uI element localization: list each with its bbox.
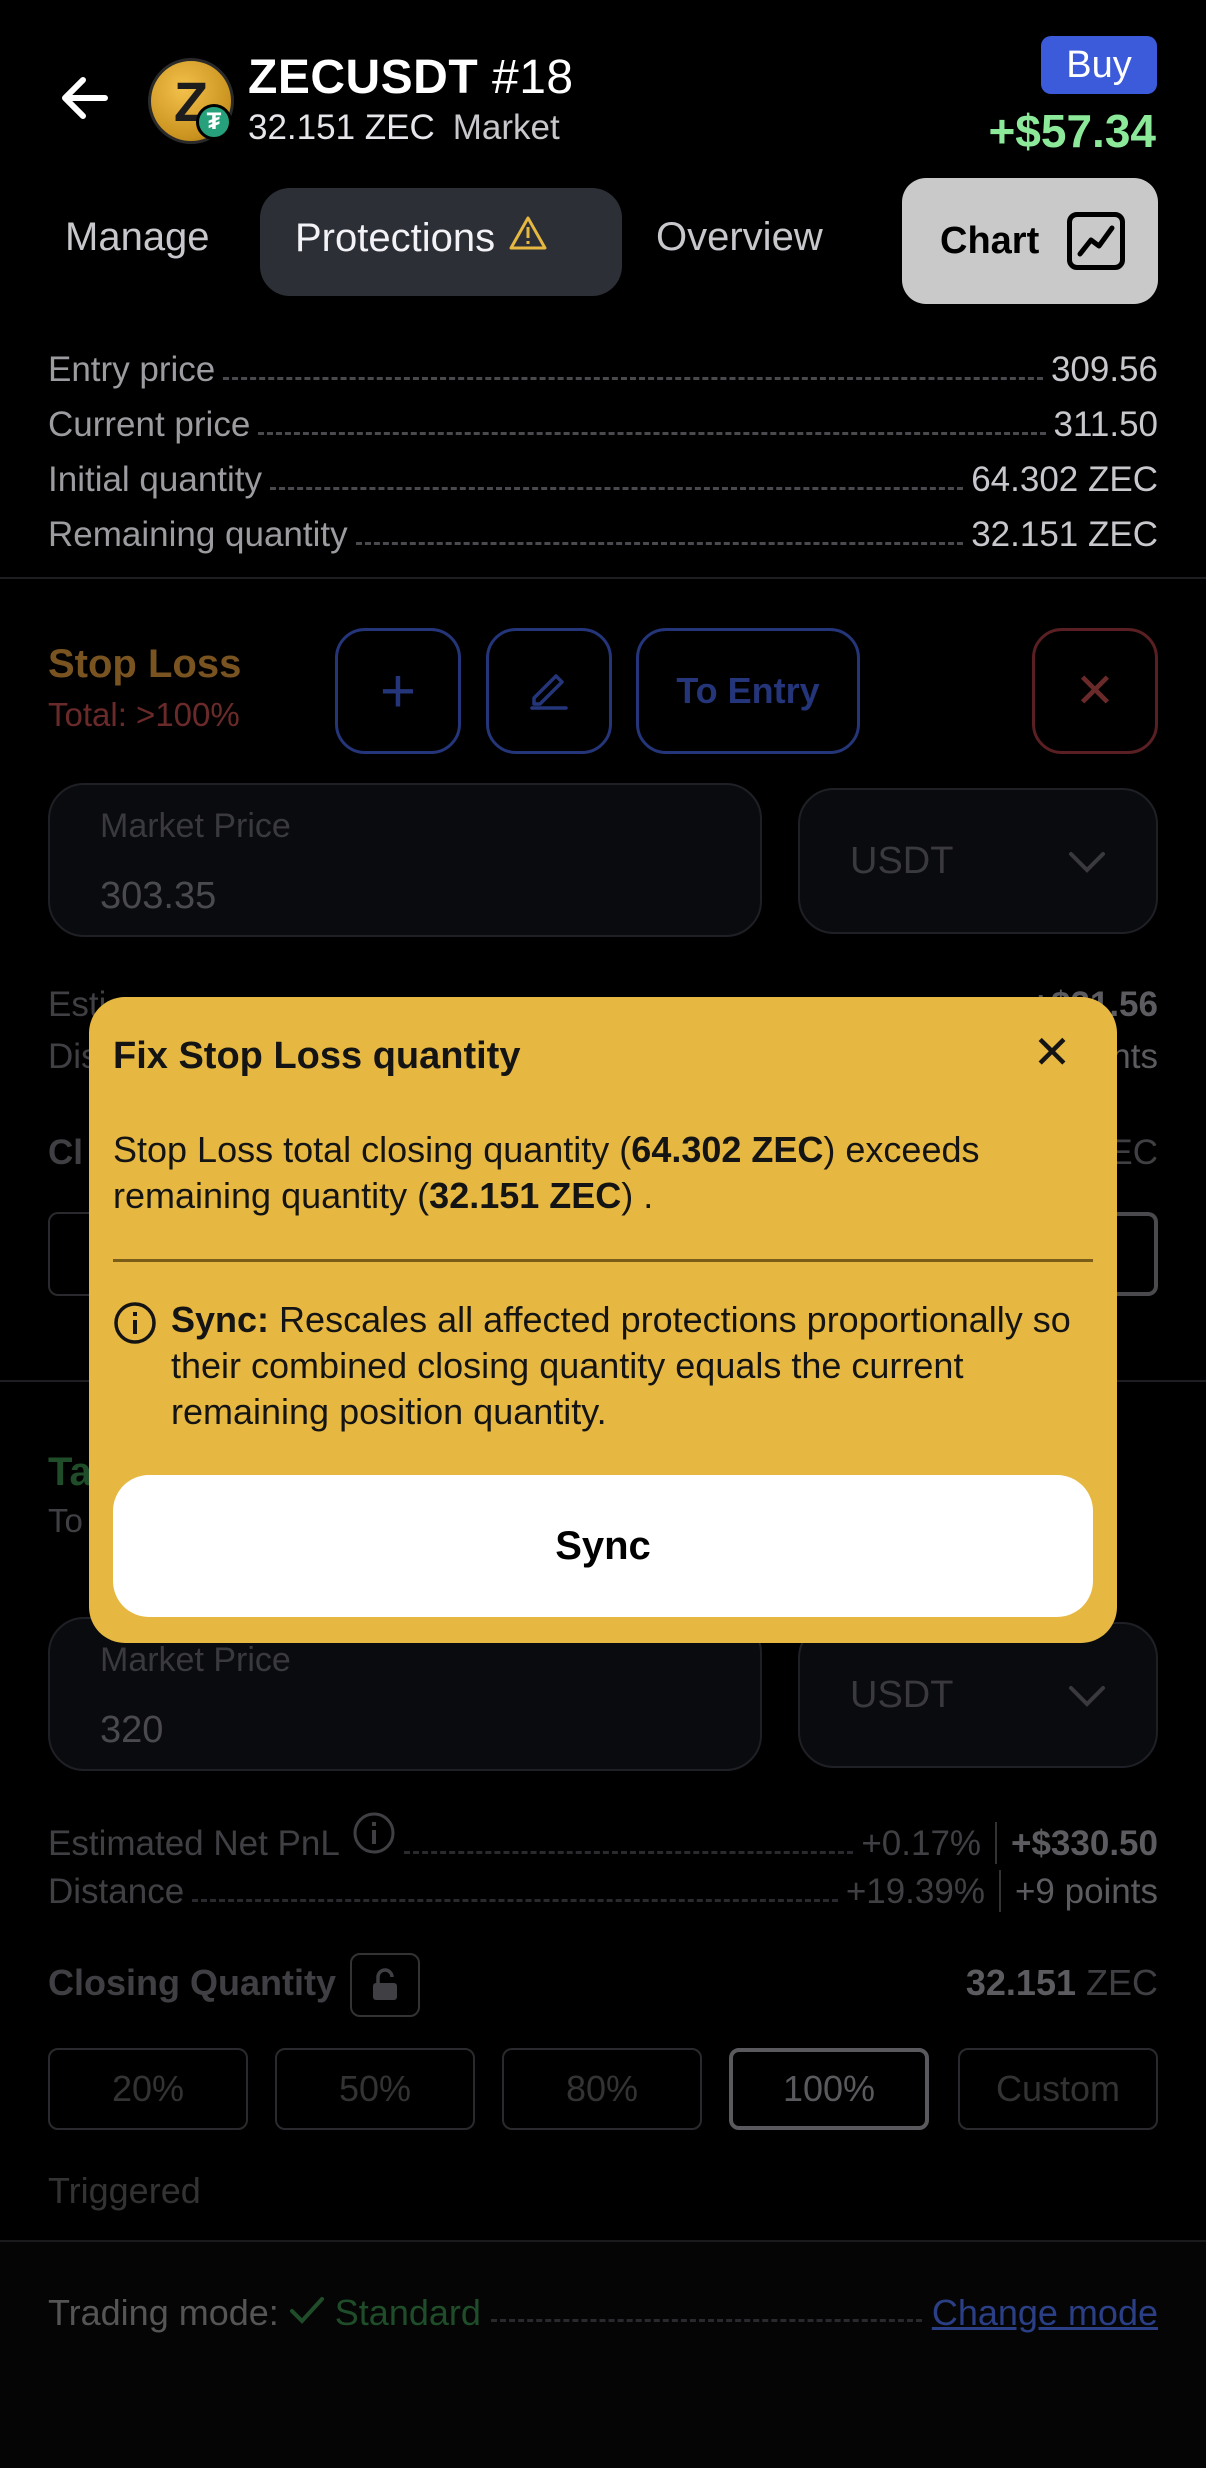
triggered-label: Triggered	[48, 2170, 201, 2211]
section-divider	[0, 577, 1206, 579]
stop-loss-title: Stop Loss	[48, 642, 242, 686]
pct-option-20[interactable]: 20%	[48, 2048, 248, 2130]
unlock-icon[interactable]	[350, 1953, 420, 2017]
fix-stop-loss-modal: Fix Stop Loss quantity ✕ Stop Loss total…	[89, 997, 1117, 1643]
take-profit-price-value: 320	[100, 1709, 164, 1751]
warning-icon	[509, 215, 547, 261]
modal-title: Fix Stop Loss quantity	[113, 1035, 521, 1077]
take-profit-total: To	[48, 1502, 83, 1539]
stop-loss-closing-label: Cl	[48, 1133, 83, 1172]
initial-quantity-row: Initial quantity 64.302 ZEC	[48, 460, 1158, 499]
position-number: #18	[492, 51, 574, 104]
to-entry-button[interactable]: To Entry	[636, 628, 860, 754]
stop-loss-currency-select[interactable]: USDT	[798, 788, 1158, 934]
pct-option-80[interactable]: 80%	[502, 2048, 702, 2130]
edit-stop-loss-button[interactable]	[486, 628, 612, 754]
info-circle-icon[interactable]	[352, 1811, 396, 1864]
chevron-down-icon	[1068, 1674, 1106, 1717]
info-circle-icon	[113, 1301, 157, 1435]
position-pnl: +$57.34	[988, 105, 1156, 157]
take-profit-currency-value: USDT	[850, 1673, 954, 1716]
closing-quantity-value: 32.151 ZEC	[965, 1962, 1158, 2003]
close-icon[interactable]: ✕	[1027, 1026, 1077, 1078]
position-quantity: 32.151 ZEC	[248, 108, 435, 147]
tab-manage[interactable]: Manage	[65, 215, 210, 260]
remaining-quantity-row: Remaining quantity 32.151 ZEC	[48, 515, 1158, 554]
close-icon: ✕	[1074, 665, 1116, 718]
remove-stop-loss-button[interactable]: ✕	[1032, 628, 1158, 754]
tab-overview[interactable]: Overview	[656, 215, 823, 260]
pct-option-100[interactable]: 100%	[729, 2048, 929, 2130]
stop-loss-price-input[interactable]: Market Price 303.35	[48, 783, 762, 937]
add-stop-loss-button[interactable]: +	[335, 628, 461, 754]
chart-button-label: Chart	[940, 219, 1040, 262]
pencil-icon	[526, 666, 572, 717]
chart-button[interactable]: Chart	[902, 178, 1158, 304]
take-profit-currency-select[interactable]: USDT	[798, 1622, 1158, 1768]
entry-price-row: Entry price 309.56	[48, 350, 1158, 389]
modal-remaining-quantity: 32.151 ZEC	[429, 1175, 622, 1216]
modal-total-quantity: 64.302 ZEC	[631, 1129, 824, 1170]
take-profit-price-label: Market Price	[100, 1641, 291, 1679]
back-arrow-icon[interactable]	[55, 68, 115, 128]
modal-message: Stop Loss total closing quantity (64.302…	[113, 1129, 980, 1216]
stop-loss-price-value: 303.35	[100, 875, 217, 917]
stop-loss-price-label: Market Price	[100, 807, 291, 845]
trading-mode-label: Trading mode:	[48, 2292, 279, 2333]
plus-icon: +	[379, 656, 417, 726]
chevron-down-icon	[1068, 840, 1106, 883]
take-profit-est-pnl-row: Estimated Net PnL +0.17% +$330.50	[48, 1812, 1158, 1864]
position-symbol: ZECUSDT #18	[248, 51, 574, 104]
trading-mode-row: Trading mode: Standard Change mode	[48, 2278, 1158, 2334]
checkmark-icon	[289, 2292, 325, 2334]
stop-loss-total: Total: >100%	[48, 696, 240, 733]
bottom-bar	[0, 2240, 1206, 2468]
take-profit-distance-row: Distance +19.39% +9 points	[48, 1870, 1158, 1912]
current-price-row: Current price 311.50	[48, 405, 1158, 444]
modal-sync-info: Sync: Rescales all affected protections …	[113, 1297, 1093, 1435]
trading-mode-value: Standard	[334, 2292, 481, 2333]
order-type: Market	[452, 108, 560, 147]
chart-line-icon	[1067, 212, 1126, 270]
stop-loss-distance-value: nts	[1111, 1037, 1158, 1076]
side-badge: Buy	[1041, 36, 1157, 94]
stop-loss-currency-value: USDT	[850, 839, 954, 882]
pct-option-custom[interactable]: Custom	[958, 2048, 1158, 2130]
take-profit-title: Ta	[48, 1450, 92, 1494]
position-subtitle: 32.151 ZEC Market	[248, 108, 560, 148]
closing-quantity-label: Closing Quantity	[48, 1962, 336, 2003]
pct-option-50[interactable]: 50%	[275, 2048, 475, 2130]
usdt-badge-icon: ₮	[196, 104, 232, 140]
change-mode-link[interactable]: Change mode	[932, 2292, 1158, 2334]
tab-protections[interactable]: Protections	[295, 215, 547, 261]
tab-protections-label: Protections	[295, 215, 496, 260]
sync-button[interactable]: Sync	[113, 1475, 1093, 1617]
modal-divider	[113, 1259, 1093, 1262]
